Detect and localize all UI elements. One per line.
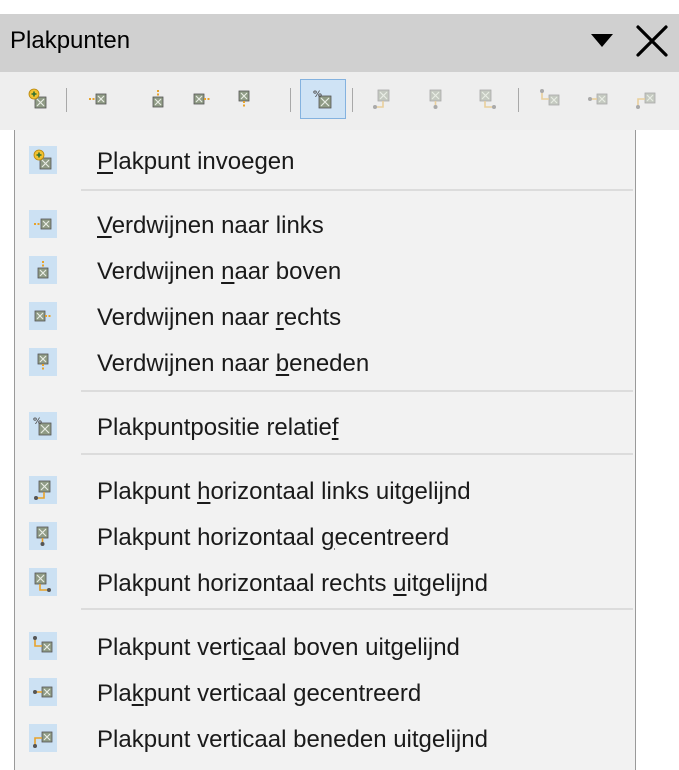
menu-item[interactable]: Plakpunt verticaal gecentreerd: [15, 670, 635, 716]
align-v-top-icon: [29, 632, 57, 660]
insert-gluepoint-icon: [27, 88, 49, 110]
menu-item-label: Plakpunt horizontaal gecentreerd: [97, 524, 450, 551]
menu-separator: [81, 189, 633, 191]
align-v-bottom-icon: [29, 724, 57, 752]
toolbar-button-v-top[interactable]: [532, 81, 568, 117]
menu-item-label: Verdwijnen naar boven: [97, 258, 342, 285]
menu-item[interactable]: Verdwijnen naar beneden: [15, 340, 635, 386]
menu-item-label: Plakpunt horizontaal rechts uitgelijnd: [97, 570, 488, 597]
toolbar-separator: [66, 88, 67, 112]
menu-item-label: Plakpunt invoegen: [97, 148, 295, 175]
align-v-top-icon: [539, 88, 561, 110]
toolbar-button-exit-bottom[interactable]: [226, 81, 262, 117]
menu-item[interactable]: Verdwijnen naar links: [15, 202, 635, 248]
toolbar-button-exit-top[interactable]: [140, 81, 176, 117]
align-v-center-icon: [587, 88, 609, 110]
menu-item[interactable]: % Plakpuntpositie relatief: [15, 404, 635, 450]
menu-item-label: Plakpunt verticaal boven uitgelijnd: [97, 634, 460, 661]
toolbar-separator: [352, 88, 353, 112]
toolbar-titlebar[interactable]: Plakpunten: [0, 14, 679, 72]
svg-text:%: %: [33, 417, 42, 427]
menu-item-label: Plakpunt horizontaal links uitgelijnd: [97, 478, 471, 505]
menu-item[interactable]: Plakpunt verticaal beneden uitgelijnd: [15, 716, 635, 762]
toolbar-button-exit-left[interactable]: [80, 81, 116, 117]
toolbar-button-relative-position[interactable]: %: [300, 79, 346, 119]
toolbar-button-h-right[interactable]: [470, 81, 506, 117]
toolbar-title: Plakpunten: [10, 27, 131, 54]
menu-item-label: Verdwijnen naar rechts: [97, 304, 342, 331]
toolbar-button-exit-right[interactable]: [184, 81, 220, 117]
toolbar-button-insert-point[interactable]: [20, 81, 56, 117]
menu-item-label: Verdwijnen naar links: [97, 212, 324, 239]
align-h-right-icon: [477, 88, 499, 110]
exit-top-icon: [29, 256, 57, 284]
menu-item[interactable]: Plakpunt invoegen: [15, 138, 635, 184]
menu-item[interactable]: Verdwijnen naar rechts: [15, 294, 635, 340]
align-h-center-icon: [425, 88, 447, 110]
exit-right-icon: [29, 302, 57, 330]
relative-percent-icon: %: [29, 412, 57, 440]
toolbar-button-h-left[interactable]: [364, 81, 400, 117]
toolbar-button-h-center[interactable]: [418, 81, 454, 117]
align-h-left-icon: [29, 476, 57, 504]
menu-item-label: Plakpuntpositie relatief: [97, 414, 339, 441]
exit-right-icon: [191, 88, 213, 110]
insert-gluepoint-icon: [29, 146, 57, 174]
align-v-bottom-icon: [635, 88, 657, 110]
relative-percent-icon: %: [312, 88, 334, 110]
menu-item[interactable]: Plakpunt verticaal boven uitgelijnd: [15, 624, 635, 670]
exit-bottom-icon: [29, 348, 57, 376]
menu-item[interactable]: Verdwijnen naar boven: [15, 248, 635, 294]
align-h-right-icon: [29, 568, 57, 596]
exit-top-icon: [147, 88, 169, 110]
align-h-center-icon: [29, 522, 57, 550]
toolbar-button-v-center[interactable]: [580, 81, 616, 117]
toolbar-separator: [518, 88, 519, 112]
menu-item[interactable]: Plakpunt horizontaal links uitgelijnd: [15, 468, 635, 514]
gluepoints-toolbar: %: [0, 72, 679, 130]
toolbar-button-v-bottom[interactable]: [628, 81, 664, 117]
menu-separator: [81, 390, 633, 392]
svg-text:%: %: [313, 90, 322, 100]
menu-item[interactable]: Plakpunt horizontaal rechts uitgelijnd: [15, 560, 635, 606]
toolbar-separator: [290, 88, 291, 112]
menu-separator: [81, 453, 633, 455]
close-icon[interactable]: [634, 23, 670, 59]
align-v-center-icon: [29, 678, 57, 706]
gluepoints-menu: Plakpunt invoegen Verdwijnen naar links Ve…: [14, 130, 636, 770]
menu-separator: [81, 608, 633, 610]
exit-left-icon: [87, 88, 109, 110]
menu-item-label: Plakpunt verticaal beneden uitgelijnd: [97, 726, 488, 753]
menu-item-label: Plakpunt verticaal gecentreerd: [97, 680, 422, 707]
align-h-left-icon: [371, 88, 393, 110]
menu-item-label: Verdwijnen naar beneden: [97, 350, 370, 377]
exit-left-icon: [29, 210, 57, 238]
exit-bottom-icon: [233, 88, 255, 110]
triangle-down-icon[interactable]: [589, 25, 615, 55]
menu-item[interactable]: Plakpunt horizontaal gecentreerd: [15, 514, 635, 560]
